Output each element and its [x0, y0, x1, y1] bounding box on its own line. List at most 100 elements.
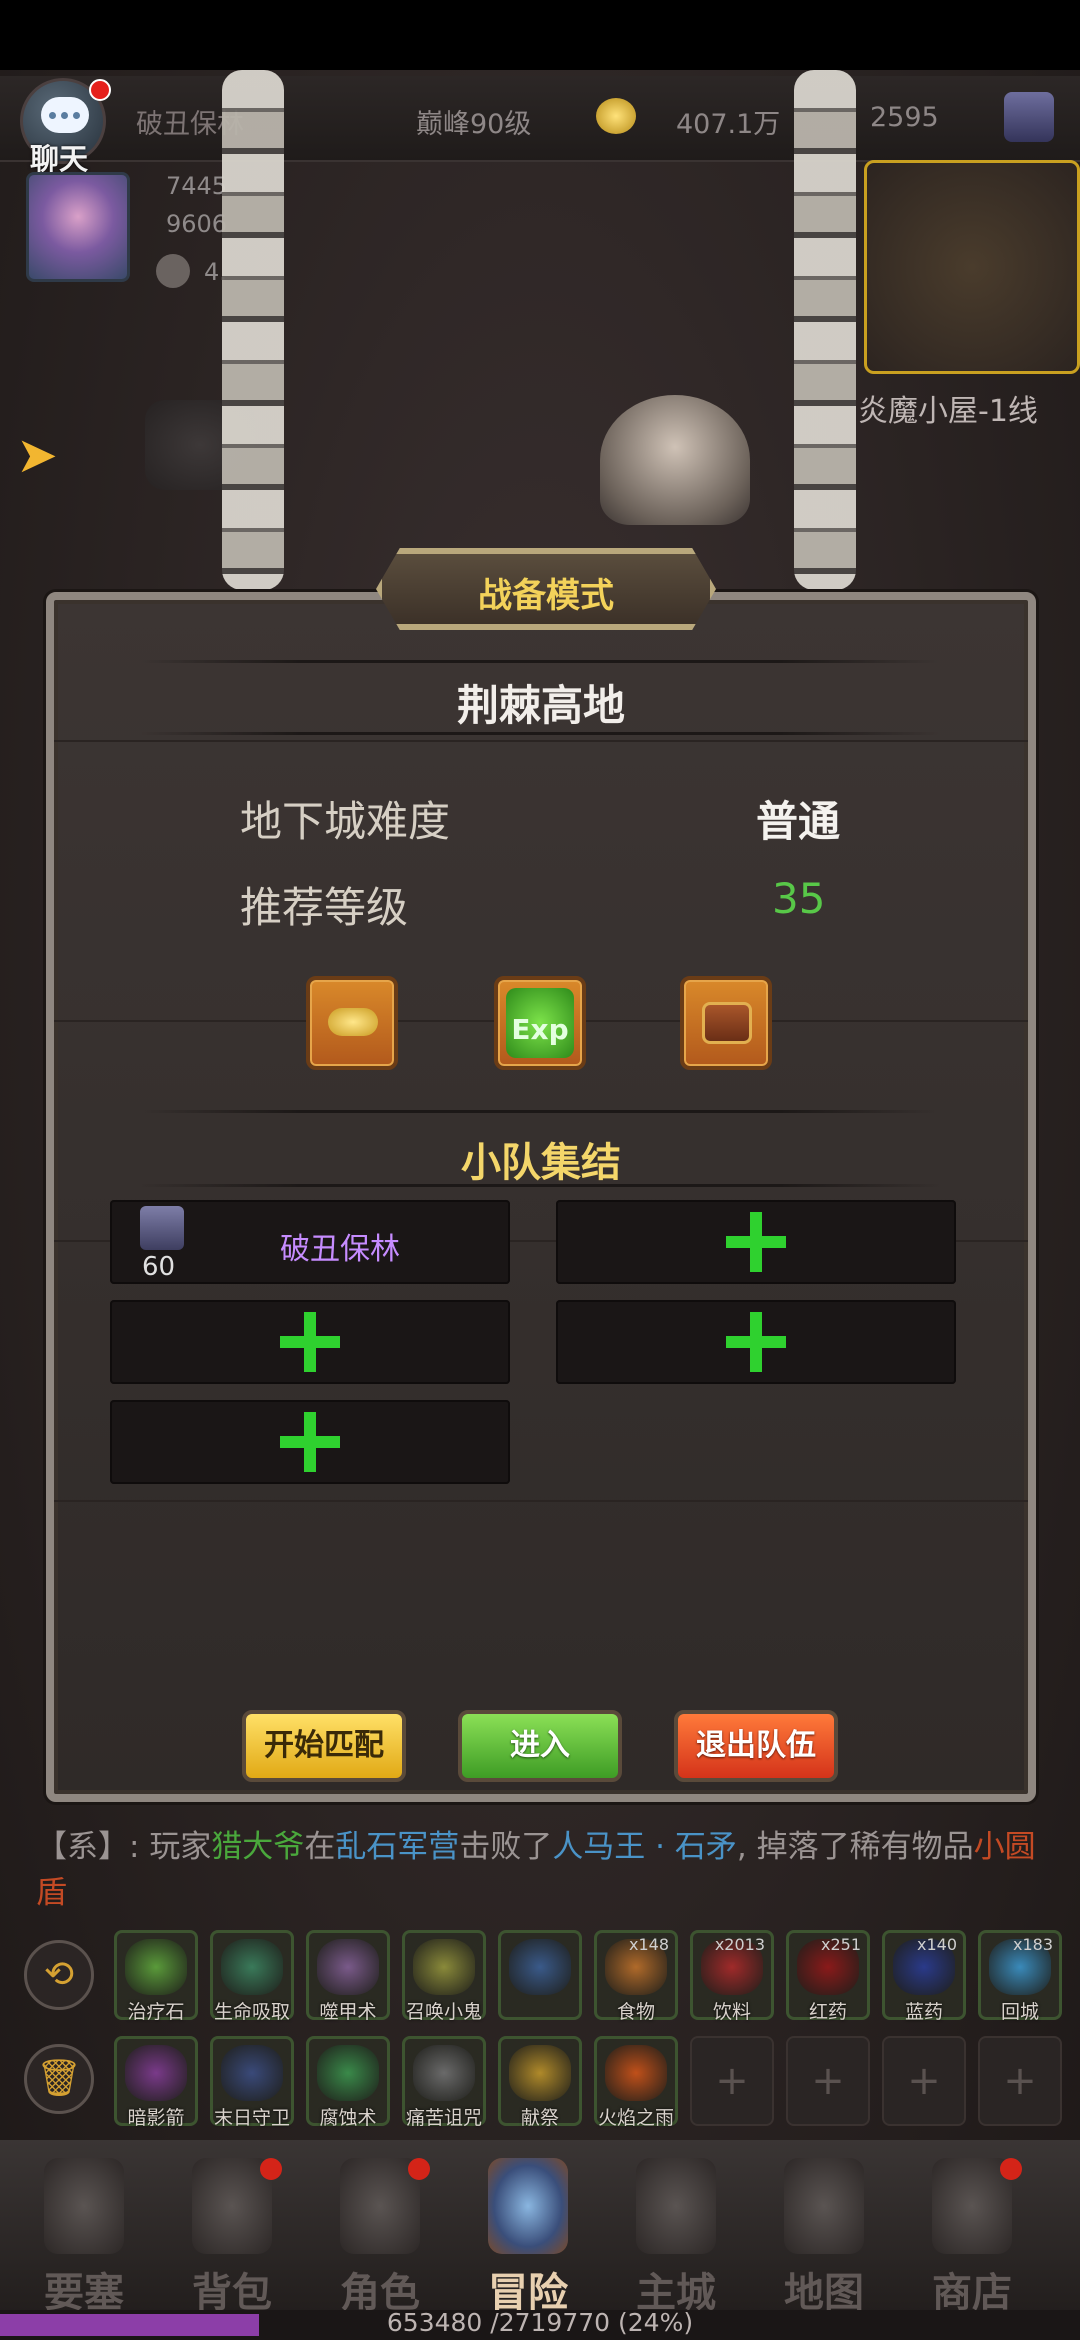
item-count: x140 [916, 1935, 957, 1954]
skill-name: 献祭 [520, 2107, 559, 2129]
divider [140, 1110, 940, 1113]
mode-title: 战备模式 [478, 576, 614, 616]
quickbar-slot-5[interactable] [498, 1930, 582, 2020]
nav-backpack[interactable]: 背包 [170, 2152, 290, 2332]
skillbar-slot-6[interactable]: 火焰之雨 [594, 2036, 678, 2129]
add-member-icon [280, 1412, 340, 1472]
hp-value: 7445 [166, 172, 228, 200]
quickbar-slot-3[interactable]: 噬甲术 [306, 1930, 390, 2023]
status-bar [0, 0, 1080, 70]
msg-prefix: 【系】: [36, 1829, 140, 1865]
msg-text: 玩家 [149, 1829, 212, 1865]
skill-name: 治疗石 [127, 2001, 185, 2023]
skill-icon [605, 2045, 667, 2101]
treasure-chest-icon [702, 1002, 752, 1044]
squad-slot-5[interactable] [110, 1400, 510, 1484]
empty-skill-slot[interactable]: + [882, 2036, 966, 2126]
adventure-icon [488, 2158, 568, 2254]
squad-slot-4[interactable] [556, 1300, 956, 1384]
skill-icon [413, 2045, 475, 2101]
skill-name: 末日守卫 [213, 2107, 290, 2129]
skill-name: 食物 [616, 2001, 655, 2023]
class-icon [140, 1206, 184, 1250]
mp-value: 9606 [166, 210, 228, 238]
empty-skill-slot[interactable]: + [690, 2036, 774, 2126]
msg-place: 乱石军营 [335, 1829, 460, 1865]
skill-name: 回城 [1000, 2001, 1039, 2023]
add-member-icon [726, 1312, 786, 1372]
quickbar-slot-2[interactable]: 生命吸取 [210, 1930, 294, 2023]
skill-icon [221, 2045, 283, 2101]
exp-icon: Exp [506, 988, 574, 1058]
empty-skill-slot[interactable]: + [786, 2036, 870, 2126]
quickbar-slot-9[interactable]: 蓝药 x140 [882, 1930, 966, 2023]
system-message: 【系】: 玩家猎大爷在乱石军营击败了人马王 · 石矛, 掉落了稀有物品小圆盾 [36, 1824, 1046, 1916]
reward-chest[interactable] [680, 976, 772, 1070]
enter-button[interactable]: 进入 [458, 1710, 622, 1782]
quickbar-slot-8[interactable]: 红药 x251 [786, 1930, 870, 2023]
notification-dot [260, 2158, 282, 2180]
skillbar-slot-4[interactable]: 痛苦诅咒 [402, 2036, 486, 2129]
item-count: x2013 [714, 1935, 765, 1954]
skill-icon [317, 2045, 379, 2101]
skillbar-slot-3[interactable]: 腐蚀术 [306, 2036, 390, 2129]
msg-player[interactable]: 猎大爷 [211, 1829, 304, 1865]
leave-team-button[interactable]: 退出队伍 [674, 1710, 838, 1782]
notification-dot [1000, 2158, 1022, 2180]
skill-icon [221, 1939, 283, 1995]
arrow-icon[interactable]: ➤ [16, 430, 66, 480]
nav-map[interactable]: 地图 [762, 2152, 882, 2332]
quickbar-slot-1[interactable]: 治疗石 [114, 1930, 198, 2023]
msg-text: 击败了 [459, 1829, 553, 1865]
skill-name: 火焰之雨 [597, 2107, 674, 2129]
level-value: 35 [772, 874, 826, 923]
chain-right [794, 70, 856, 590]
empty-skill-slot[interactable]: + [978, 2036, 1062, 2126]
trash-icon[interactable]: 🗑 [24, 2044, 94, 2114]
exp-text: 653480 /2719770 (24%) [386, 2308, 694, 2337]
swap-icon[interactable]: ⟲ [24, 1940, 94, 2010]
add-member-icon [726, 1212, 786, 1272]
skillbar-slot-5[interactable]: 献祭 [498, 2036, 582, 2129]
quickbar-slot-7[interactable]: 饮料 x2013 [690, 1930, 774, 2023]
quickbar-slot-10[interactable]: 回城 x183 [978, 1930, 1062, 2023]
boss-sprite [600, 395, 750, 525]
item-count: x148 [628, 1935, 669, 1954]
difficulty-label: 地下城难度 [240, 797, 451, 846]
nav-adventure[interactable]: 冒险 [466, 2152, 586, 2332]
map-icon [784, 2158, 864, 2254]
player-avatar[interactable] [26, 172, 130, 282]
msg-boss: 人马王 · 石矛 [552, 1829, 737, 1865]
start-match-button[interactable]: 开始匹配 [242, 1710, 406, 1782]
level-label: 推荐等级 [240, 883, 409, 932]
reward-exp[interactable]: Exp [494, 976, 586, 1070]
member-name: 破丑保林 [280, 1232, 400, 1267]
squad-slot-2[interactable] [556, 1200, 956, 1284]
minimap[interactable] [864, 160, 1080, 374]
skill-name: 痛苦诅咒 [405, 2107, 482, 2129]
skill-icon [509, 2045, 571, 2101]
skillbar-slot-2[interactable]: 末日守卫 [210, 2036, 294, 2129]
reward-gold[interactable] [306, 976, 398, 1070]
item-count: x183 [1012, 1935, 1053, 1954]
skill-name: 噬甲术 [319, 2001, 377, 2023]
skill-name: 生命吸取 [213, 2001, 290, 2023]
power-icon [156, 254, 190, 288]
nav-main-city[interactable]: 主城 [614, 2152, 734, 2332]
skillbar-slot-1[interactable]: 暗影箭 [114, 2036, 198, 2129]
squad-slot-1[interactable]: 60 破丑保林 [110, 1200, 510, 1284]
quickbar-slot-4[interactable]: 召唤小鬼 [402, 1930, 486, 2023]
settings-icon[interactable] [1004, 92, 1054, 142]
main-city-icon [636, 2158, 716, 2254]
add-member-icon [280, 1312, 340, 1372]
item-count: x251 [820, 1935, 861, 1954]
squad-slot-3[interactable] [110, 1300, 510, 1384]
gold-amount: 407.1万 [676, 109, 781, 140]
quickbar-slot-6[interactable]: 食物 x148 [594, 1930, 678, 2023]
nav-fortress[interactable]: 要塞 [22, 2152, 142, 2332]
battle-panel [46, 592, 1036, 1802]
skill-icon [125, 1939, 187, 1995]
skill-name: 暗影箭 [127, 2107, 185, 2129]
nav-shop[interactable]: 商店 [910, 2152, 1030, 2332]
nav-character[interactable]: 角色 [318, 2152, 438, 2332]
